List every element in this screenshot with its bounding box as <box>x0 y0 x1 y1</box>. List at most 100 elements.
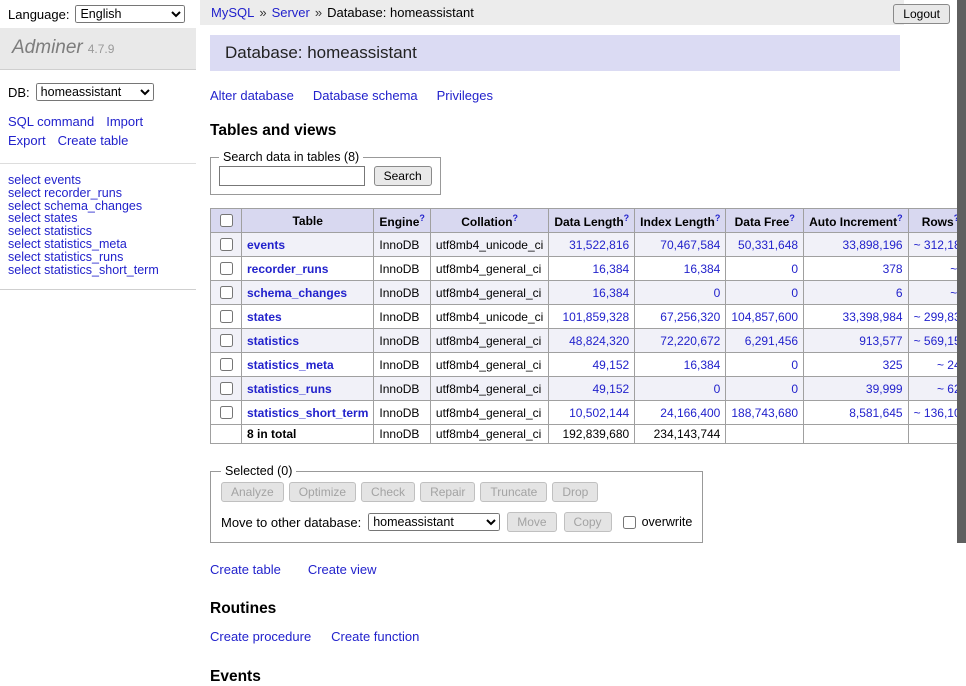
routines-heading: Routines <box>210 600 910 618</box>
create-procedure-link[interactable]: Create procedure <box>210 629 311 644</box>
move-row: Move to other database: homeassistant Mo… <box>221 512 692 532</box>
alter-database-link[interactable]: Alter database <box>210 88 294 103</box>
vertical-scrollbar[interactable] <box>957 0 966 543</box>
breadcrumb-mysql-link[interactable]: MySQL <box>211 5 254 20</box>
data-free-link[interactable]: 0 <box>791 382 798 396</box>
copy-button[interactable]: Copy <box>564 512 612 532</box>
index-length-link[interactable]: 0 <box>714 382 721 396</box>
data-length-link[interactable]: 49,152 <box>592 358 629 372</box>
adminer-logo-link[interactable]: Adminer <box>12 37 83 58</box>
search-input[interactable] <box>219 166 365 186</box>
overwrite-checkbox[interactable] <box>623 516 636 529</box>
language-select[interactable]: English <box>75 5 185 23</box>
data-length-link[interactable]: 16,384 <box>592 286 629 300</box>
data-free-link[interactable]: 188,743,680 <box>731 406 798 420</box>
breadcrumb-server-link[interactable]: Server <box>272 5 310 20</box>
help-link[interactable]: ? <box>789 213 795 223</box>
row-select-checkbox[interactable] <box>220 238 233 251</box>
index-length-link[interactable]: 16,384 <box>684 358 721 372</box>
data-free-link[interactable]: 0 <box>791 286 798 300</box>
auto-increment-link[interactable]: 39,999 <box>866 382 903 396</box>
export-link[interactable]: Export <box>8 133 46 148</box>
sql-command-link[interactable]: SQL command <box>8 114 94 129</box>
move-button[interactable]: Move <box>507 512 556 532</box>
help-link[interactable]: ? <box>897 213 903 223</box>
row-select-checkbox[interactable] <box>220 406 233 419</box>
create-table-link-bottom[interactable]: Create table <box>210 562 281 577</box>
sidebar-tables-list: select events select recorder_runs selec… <box>0 164 196 290</box>
table-row: statistics InnoDB utf8mb4_general_ci 48,… <box>211 329 966 353</box>
data-length-link[interactable]: 31,522,816 <box>569 238 629 252</box>
events-heading: Events <box>210 668 910 686</box>
col-header-data-length: Data Length <box>554 215 623 229</box>
row-select-checkbox[interactable] <box>220 334 233 347</box>
repair-button[interactable]: Repair <box>420 482 475 502</box>
create-view-link[interactable]: Create view <box>308 562 377 577</box>
scrollbar-thumb[interactable] <box>957 0 966 543</box>
index-length-link[interactable]: 67,256,320 <box>660 310 720 324</box>
total-data-length-cell: 192,839,680 <box>549 425 635 444</box>
data-free-link[interactable]: 104,857,600 <box>731 310 798 324</box>
select-all-checkbox[interactable] <box>220 214 233 227</box>
data-length-link[interactable]: 10,502,144 <box>569 406 629 420</box>
auto-increment-link[interactable]: 913,577 <box>859 334 902 348</box>
auto-increment-link[interactable]: 378 <box>883 262 903 276</box>
app-version: 4.7.9 <box>88 42 115 56</box>
row-select-checkbox[interactable] <box>220 262 233 275</box>
check-button[interactable]: Check <box>361 482 415 502</box>
create-table-link[interactable]: Create table <box>58 133 129 148</box>
table-name-link[interactable]: statistics_short_term <box>247 406 368 420</box>
help-link[interactable]: ? <box>715 213 721 223</box>
table-name-link[interactable]: statistics_meta <box>247 358 334 372</box>
col-header-collation: Collation <box>461 215 512 229</box>
table-name-link[interactable]: events <box>247 238 285 252</box>
import-link[interactable]: Import <box>106 114 143 129</box>
search-button[interactable]: Search <box>374 166 432 186</box>
table-name-link[interactable]: recorder_runs <box>247 262 328 276</box>
auto-increment-link[interactable]: 6 <box>896 286 903 300</box>
create-function-link[interactable]: Create function <box>331 629 419 644</box>
logout-button[interactable]: Logout <box>893 4 950 24</box>
table-name-link[interactable]: statistics <box>247 334 299 348</box>
help-link[interactable]: ? <box>624 213 630 223</box>
data-free-link[interactable]: 6,291,456 <box>745 334 798 348</box>
data-free-link[interactable]: 0 <box>791 262 798 276</box>
data-free-link[interactable]: 50,331,648 <box>738 238 798 252</box>
auto-increment-link[interactable]: 33,898,196 <box>843 238 903 252</box>
move-db-select[interactable]: homeassistant <box>368 513 500 531</box>
data-free-link[interactable]: 0 <box>791 358 798 372</box>
sidebar-item-select-recorder-runs[interactable]: select recorder_runs <box>8 187 188 200</box>
index-length-link[interactable]: 72,220,672 <box>660 334 720 348</box>
auto-increment-link[interactable]: 325 <box>883 358 903 372</box>
row-select-checkbox[interactable] <box>220 382 233 395</box>
index-length-link[interactable]: 24,166,400 <box>660 406 720 420</box>
table-name-link[interactable]: schema_changes <box>247 286 347 300</box>
table-name-link[interactable]: states <box>247 310 282 324</box>
optimize-button[interactable]: Optimize <box>289 482 356 502</box>
data-length-link[interactable]: 48,824,320 <box>569 334 629 348</box>
auto-increment-link[interactable]: 8,581,645 <box>849 406 902 420</box>
data-length-link[interactable]: 49,152 <box>592 382 629 396</box>
index-length-link[interactable]: 16,384 <box>684 262 721 276</box>
row-select-checkbox[interactable] <box>220 286 233 299</box>
help-link[interactable]: ? <box>419 213 425 223</box>
row-select-checkbox[interactable] <box>220 358 233 371</box>
index-length-link[interactable]: 70,467,584 <box>660 238 720 252</box>
sidebar-item-select-statistics-short-term[interactable]: select statistics_short_term <box>8 264 188 277</box>
col-header-data-free: Data Free <box>735 215 790 229</box>
engine-cell: InnoDB <box>374 353 431 377</box>
sidebar-item-select-events[interactable]: select events <box>8 174 188 187</box>
truncate-button[interactable]: Truncate <box>480 482 547 502</box>
database-schema-link[interactable]: Database schema <box>313 88 418 103</box>
db-select[interactable]: homeassistant <box>36 83 154 101</box>
table-name-link[interactable]: statistics_runs <box>247 382 332 396</box>
data-length-link[interactable]: 101,859,328 <box>562 310 629 324</box>
data-length-link[interactable]: 16,384 <box>592 262 629 276</box>
index-length-link[interactable]: 0 <box>714 286 721 300</box>
row-select-checkbox[interactable] <box>220 310 233 323</box>
privileges-link[interactable]: Privileges <box>437 88 493 103</box>
analyze-button[interactable]: Analyze <box>221 482 284 502</box>
auto-increment-link[interactable]: 33,398,984 <box>843 310 903 324</box>
drop-button[interactable]: Drop <box>552 482 598 502</box>
help-link[interactable]: ? <box>513 213 519 223</box>
